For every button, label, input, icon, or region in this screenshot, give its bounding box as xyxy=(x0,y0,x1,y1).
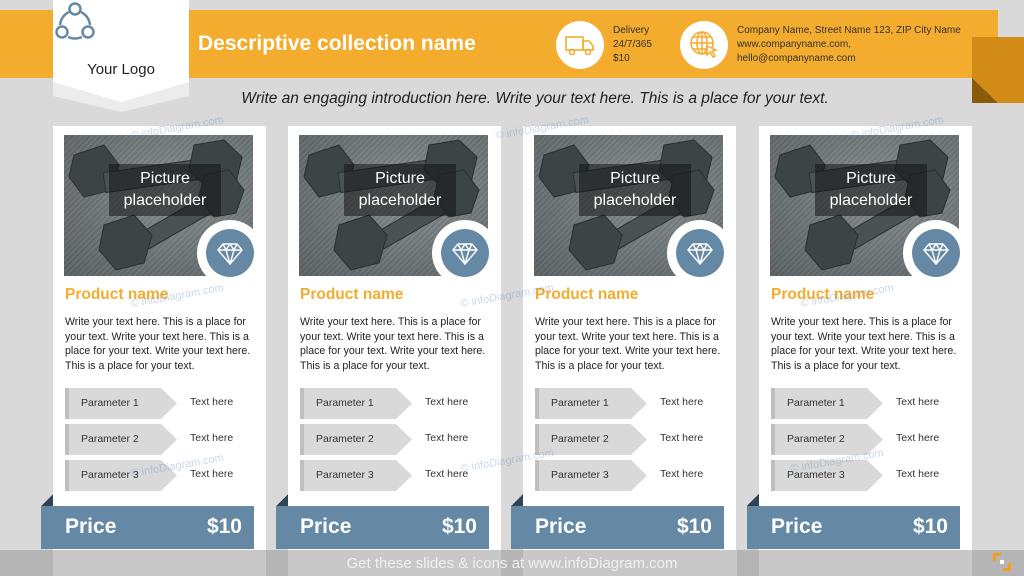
parameter-tag: Parameter 1 xyxy=(771,388,886,419)
price-value: $10 xyxy=(912,515,948,538)
parameter-value: Text here xyxy=(190,432,234,444)
product-description: Write your text here. This is a place fo… xyxy=(65,316,251,372)
picture-label: Picture placeholder xyxy=(815,168,927,212)
parameter-tag: Parameter 2 xyxy=(300,424,415,455)
picture-label-line: placeholder xyxy=(829,192,913,209)
parameter-tag: Parameter 1 xyxy=(535,388,650,419)
picture-label-line: Picture xyxy=(375,170,425,187)
company-website[interactable]: www.companyname.com, xyxy=(737,38,961,52)
diamond-icon xyxy=(452,243,478,265)
parameter-tag: Parameter 1 xyxy=(65,388,180,419)
price-label: Price xyxy=(771,515,823,538)
logo-text: Your Logo xyxy=(87,61,155,78)
picture-label-line: Picture xyxy=(140,170,190,187)
delivery-line: $10 xyxy=(613,53,630,64)
parameter-value: Text here xyxy=(896,468,940,480)
product-card: Picture placeholder Product name Write y… xyxy=(523,126,736,550)
parameter-label: Parameter 2 xyxy=(551,433,609,445)
price-bar-fold xyxy=(747,494,759,506)
parameter-tag: Parameter 2 xyxy=(65,424,180,455)
parameter-label: Parameter 2 xyxy=(787,433,845,445)
company-email[interactable]: hello@companyname.com xyxy=(737,52,961,66)
parameter-value: Text here xyxy=(190,396,234,408)
parameter-value: Text here xyxy=(425,432,469,444)
diamond-icon xyxy=(687,243,713,265)
picture-label: Picture placeholder xyxy=(344,168,456,212)
picture-label-line: placeholder xyxy=(123,192,207,209)
diamond-icon xyxy=(923,243,949,265)
parameter-value: Text here xyxy=(660,468,704,480)
diamond-badge xyxy=(912,229,960,277)
diamond-badge xyxy=(676,229,724,277)
picture-label-line: placeholder xyxy=(358,192,442,209)
parameter-label: Parameter 3 xyxy=(316,469,374,481)
price-value: $10 xyxy=(206,515,242,538)
diamond-badge xyxy=(206,229,254,277)
parameter-value: Text here xyxy=(896,432,940,444)
parameter-label: Parameter 1 xyxy=(551,397,609,409)
parameter-value: Text here xyxy=(425,396,469,408)
parameter-label: Parameter 3 xyxy=(551,469,609,481)
parameter-tag: Parameter 3 xyxy=(300,460,415,491)
delivery-line: Delivery xyxy=(613,25,650,36)
parameter-value: Text here xyxy=(660,396,704,408)
contact-badge xyxy=(680,21,728,69)
parameter-label: Parameter 2 xyxy=(316,433,374,445)
parameter-value: Text here xyxy=(190,468,234,480)
parameter-value: Text here xyxy=(660,432,704,444)
product-name: Product name xyxy=(300,286,404,303)
price-bar[interactable]: Price $10 xyxy=(276,506,489,549)
picture-label: Picture placeholder xyxy=(109,168,221,212)
price-bar-fold xyxy=(41,494,53,506)
product-description: Write your text here. This is a place fo… xyxy=(771,316,957,372)
price-value: $10 xyxy=(441,515,477,538)
infodiagram-corner-icon xyxy=(993,553,1011,571)
logo-network-icon xyxy=(55,2,95,40)
price-value: $10 xyxy=(676,515,712,538)
picture-label-line: Picture xyxy=(610,170,660,187)
price-label: Price xyxy=(535,515,587,538)
product-card: Picture placeholder Product name Write y… xyxy=(288,126,501,550)
collection-title: Descriptive collection name xyxy=(198,32,476,55)
parameter-label: Parameter 2 xyxy=(81,433,139,445)
product-card: Picture placeholder Product name Write y… xyxy=(759,126,972,550)
product-card: Picture placeholder Product name Write y… xyxy=(53,126,266,550)
parameter-label: Parameter 1 xyxy=(787,397,845,409)
price-bar[interactable]: Price $10 xyxy=(41,506,254,549)
company-address: Company Name, Street Name 123, ZIP City … xyxy=(737,25,961,36)
picture-label: Picture placeholder xyxy=(579,168,691,212)
footer-text[interactable]: Get these slides & icons at www.infoDiag… xyxy=(0,555,1024,572)
truck-icon xyxy=(565,36,594,56)
parameter-tag: Parameter 3 xyxy=(535,460,650,491)
picture-label-line: Picture xyxy=(846,170,896,187)
product-description: Write your text here. This is a place fo… xyxy=(535,316,721,372)
price-label: Price xyxy=(65,515,117,538)
parameter-label: Parameter 1 xyxy=(316,397,374,409)
parameter-value: Text here xyxy=(896,396,940,408)
parameter-tag: Parameter 1 xyxy=(300,388,415,419)
diamond-icon xyxy=(217,243,243,265)
intro-text: Write an engaging introduction here. Wri… xyxy=(241,90,829,107)
delivery-line: 24/7/365 xyxy=(613,39,652,50)
delivery-badge xyxy=(556,21,604,69)
delivery-info: Delivery 24/7/365 $10 xyxy=(613,24,652,66)
parameter-label: Parameter 1 xyxy=(81,397,139,409)
contact-info: Company Name, Street Name 123, ZIP City … xyxy=(737,24,961,66)
globe-cursor-icon xyxy=(690,31,719,58)
product-description: Write your text here. This is a place fo… xyxy=(300,316,486,372)
price-bar[interactable]: Price $10 xyxy=(511,506,724,549)
price-bar[interactable]: Price $10 xyxy=(747,506,960,549)
price-bar-fold xyxy=(511,494,523,506)
price-bar-fold xyxy=(276,494,288,506)
picture-label-line: placeholder xyxy=(593,192,677,209)
diamond-badge xyxy=(441,229,489,277)
price-label: Price xyxy=(300,515,352,538)
